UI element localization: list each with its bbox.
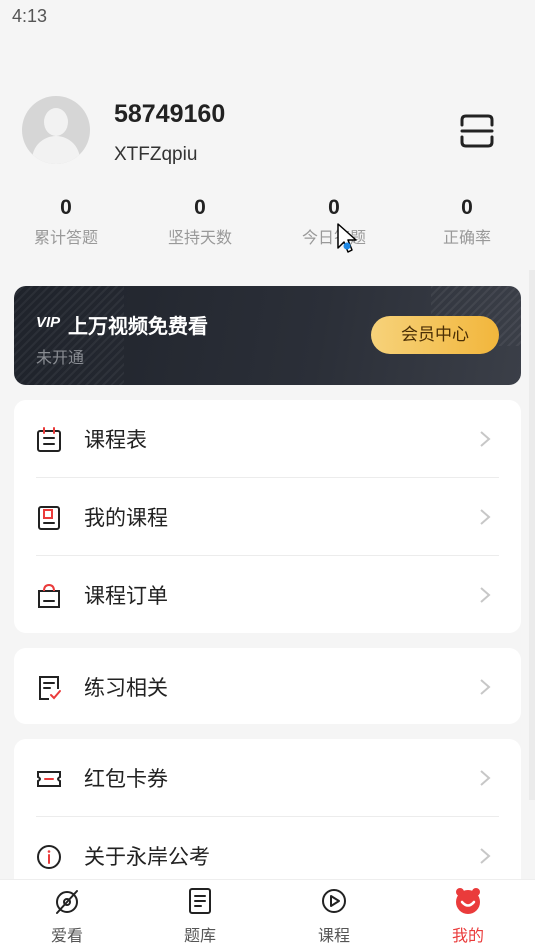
tab-watch[interactable]: 爱看 xyxy=(27,886,107,946)
vip-badge: VIP xyxy=(36,314,61,331)
member-center-button[interactable]: 会员中心 xyxy=(371,316,499,354)
status-bar-time: 4:13 xyxy=(12,6,48,26)
menu-card-other: 红包卡券 关于永岸公考 xyxy=(14,739,521,899)
menu-item-label: 课程订单 xyxy=(84,584,168,608)
question-bank-icon xyxy=(189,888,211,914)
avatar-body-shape xyxy=(32,136,80,164)
menu-item-label: 关于永岸公考 xyxy=(84,845,210,869)
avatar[interactable] xyxy=(22,96,90,164)
timetable-icon xyxy=(37,427,61,452)
tab-label: 课程 xyxy=(317,926,350,945)
bottom-tab-bar: 爱看 题库 课程 我的 xyxy=(0,879,535,951)
chevron-right-icon xyxy=(480,679,491,695)
avatar-head-shape xyxy=(44,108,68,136)
my-course-icon xyxy=(38,506,60,530)
stat-total-answered[interactable]: 0 累计答题 xyxy=(6,196,126,248)
tab-label: 我的 xyxy=(451,926,484,945)
menu-item-label: 练习相关 xyxy=(84,676,168,700)
menu-item-label: 红包卡券 xyxy=(84,767,168,791)
tab-mine[interactable]: 我的 xyxy=(428,886,508,946)
chevron-right-icon xyxy=(480,770,491,786)
menu-item-label: 课程表 xyxy=(84,428,147,452)
chevron-right-icon xyxy=(480,848,491,864)
profile-header[interactable]: 58749160 XTFZqpiu xyxy=(22,96,522,166)
vip-banner[interactable]: VIP 上万视频免费看 未开通 会员中心 xyxy=(14,286,521,385)
menu-card-courses: 课程表 我的课程 课程订单 xyxy=(14,400,521,633)
stat-value: 0 xyxy=(60,196,72,219)
menu-item-my-courses[interactable]: 我的课程 xyxy=(14,478,521,556)
mouse-cursor-icon xyxy=(337,223,357,253)
stat-today-answered[interactable]: 0 今日答题 xyxy=(274,196,394,248)
vip-status: 未开通 xyxy=(36,348,85,367)
stat-label: 今日答题 xyxy=(301,228,366,247)
menu-item-course-orders[interactable]: 课程订单 xyxy=(14,556,521,634)
stat-label: 坚持天数 xyxy=(167,228,232,247)
chevron-right-icon xyxy=(480,431,491,447)
course-play-icon xyxy=(322,889,346,913)
vip-title: 上万视频免费看 xyxy=(68,314,208,338)
profile-face-icon xyxy=(456,888,480,914)
scrollbar[interactable] xyxy=(529,270,535,800)
tab-courses[interactable]: 课程 xyxy=(294,886,374,946)
stat-value: 0 xyxy=(328,196,340,219)
coupon-icon xyxy=(37,771,61,787)
chevron-right-icon xyxy=(480,587,491,603)
watch-icon xyxy=(56,890,78,914)
stat-value: 0 xyxy=(461,196,473,219)
menu-item-timetable[interactable]: 课程表 xyxy=(14,400,521,478)
course-order-icon xyxy=(38,583,60,608)
info-icon xyxy=(37,845,61,869)
menu-card-practice: 练习相关 xyxy=(14,648,521,724)
chevron-right-icon xyxy=(480,509,491,525)
tab-question-bank[interactable]: 题库 xyxy=(160,886,240,946)
stat-accuracy[interactable]: 0 正确率 xyxy=(407,196,527,248)
stats-row: 0 累计答题 0 坚持天数 0 今日答题 0 正确率 xyxy=(0,196,535,256)
menu-item-coupons[interactable]: 红包卡券 xyxy=(14,739,521,817)
stat-label: 累计答题 xyxy=(33,228,98,247)
menu-item-label: 我的课程 xyxy=(84,506,168,530)
stat-streak-days[interactable]: 0 坚持天数 xyxy=(140,196,260,248)
tab-label: 爱看 xyxy=(50,926,83,945)
stat-value: 0 xyxy=(194,196,206,219)
scan-icon[interactable] xyxy=(458,112,496,150)
tab-label: 题库 xyxy=(183,926,216,945)
practice-icon xyxy=(39,676,61,700)
user-id: 58749160 xyxy=(114,100,226,128)
username: XTFZqpiu xyxy=(114,144,198,165)
menu-item-practice[interactable]: 练习相关 xyxy=(14,648,521,724)
stat-label: 正确率 xyxy=(442,228,491,247)
